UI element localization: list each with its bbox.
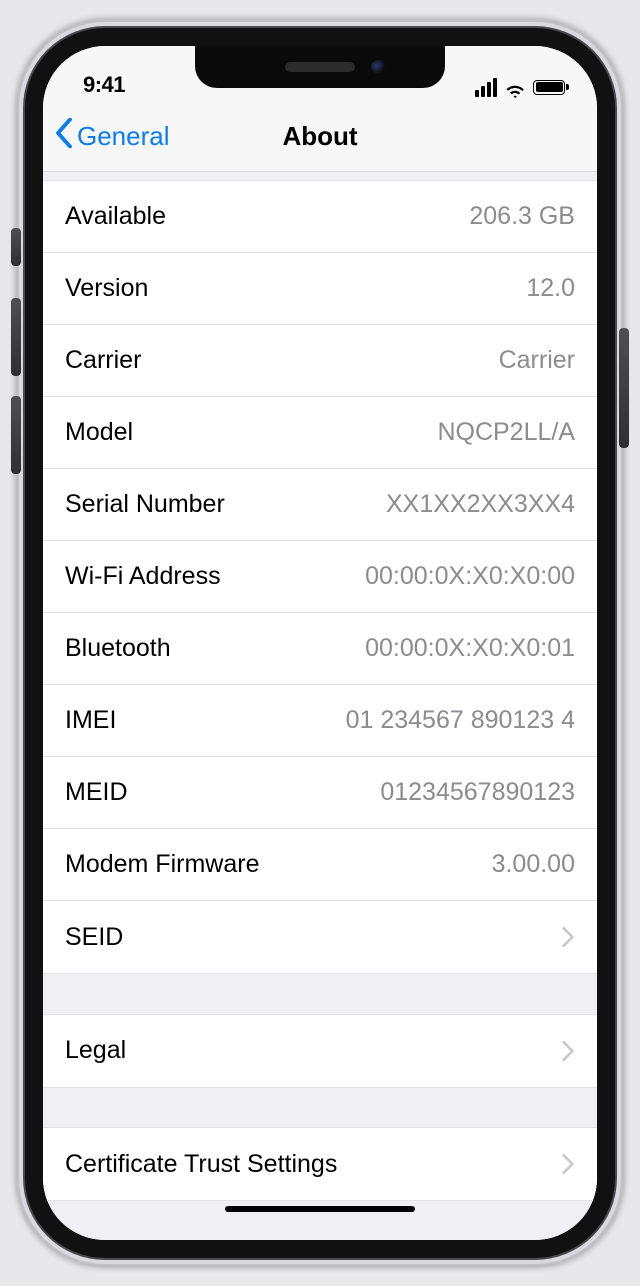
row-value: Carrier — [499, 346, 575, 375]
status-time: 9:41 — [73, 72, 125, 98]
list-spacer — [43, 172, 597, 181]
front-camera — [371, 60, 385, 74]
back-label: General — [77, 121, 170, 152]
row-model[interactable]: Model NQCP2LL/A — [43, 397, 597, 469]
group-legal: Legal — [43, 1015, 597, 1087]
notch — [195, 46, 445, 88]
row-label: Model — [65, 418, 133, 447]
settings-list[interactable]: Available 206.3 GB Version 12.0 Carrier … — [43, 172, 597, 1240]
row-label: Legal — [65, 1036, 126, 1065]
row-label: IMEI — [65, 706, 116, 735]
wifi-icon — [504, 76, 526, 98]
chevron-right-icon — [561, 1153, 575, 1175]
row-label: Certificate Trust Settings — [65, 1150, 337, 1179]
row-legal[interactable]: Legal — [43, 1015, 597, 1087]
row-label: MEID — [65, 778, 128, 807]
row-value: 00:00:0X:X0:X0:01 — [365, 634, 575, 663]
row-label: Carrier — [65, 346, 141, 375]
mute-switch — [11, 228, 21, 266]
row-value: 206.3 GB — [469, 202, 575, 231]
back-button[interactable]: General — [43, 118, 170, 155]
group-device-info: Available 206.3 GB Version 12.0 Carrier … — [43, 181, 597, 973]
battery-icon — [533, 80, 565, 95]
row-value: 3.00.00 — [492, 850, 575, 879]
row-available[interactable]: Available 206.3 GB — [43, 181, 597, 253]
list-spacer — [43, 973, 597, 1014]
device-frame: 9:41 General About — [25, 28, 615, 1258]
row-modem-firmware[interactable]: Modem Firmware 3.00.00 — [43, 829, 597, 901]
nav-header: General About — [43, 102, 597, 172]
status-icons — [475, 76, 567, 98]
row-value: 12.0 — [526, 274, 575, 303]
row-label: Bluetooth — [65, 634, 171, 663]
row-label: Available — [65, 202, 166, 231]
home-indicator[interactable] — [225, 1206, 415, 1212]
chevron-left-icon — [55, 118, 73, 155]
list-spacer — [43, 1087, 597, 1128]
row-value: XX1XX2XX3XX4 — [386, 490, 575, 519]
row-serial-number[interactable]: Serial Number XX1XX2XX3XX4 — [43, 469, 597, 541]
earpiece-speaker — [285, 62, 355, 72]
row-value: 00:00:0X:X0:X0:00 — [365, 562, 575, 591]
row-label: Wi-Fi Address — [65, 562, 221, 591]
group-certificate: Certificate Trust Settings — [43, 1128, 597, 1200]
volume-down-button — [11, 396, 21, 474]
row-wifi-address[interactable]: Wi-Fi Address 00:00:0X:X0:X0:00 — [43, 541, 597, 613]
row-label: Version — [65, 274, 148, 303]
row-label: SEID — [65, 923, 123, 952]
row-imei[interactable]: IMEI 01 234567 890123 4 — [43, 685, 597, 757]
row-seid[interactable]: SEID — [43, 901, 597, 973]
row-value: NQCP2LL/A — [437, 418, 575, 447]
row-bluetooth[interactable]: Bluetooth 00:00:0X:X0:X0:01 — [43, 613, 597, 685]
row-value: 01234567890123 — [380, 778, 575, 807]
row-version[interactable]: Version 12.0 — [43, 253, 597, 325]
cellular-signal-icon — [475, 78, 497, 97]
chevron-right-icon — [561, 926, 575, 948]
row-value: 01 234567 890123 4 — [346, 706, 575, 735]
chevron-right-icon — [561, 1040, 575, 1062]
screen: 9:41 General About — [43, 46, 597, 1240]
row-carrier[interactable]: Carrier Carrier — [43, 325, 597, 397]
row-label: Modem Firmware — [65, 850, 259, 879]
row-certificate-trust-settings[interactable]: Certificate Trust Settings — [43, 1128, 597, 1200]
row-meid[interactable]: MEID 01234567890123 — [43, 757, 597, 829]
side-button — [619, 328, 629, 448]
volume-up-button — [11, 298, 21, 376]
row-label: Serial Number — [65, 490, 225, 519]
